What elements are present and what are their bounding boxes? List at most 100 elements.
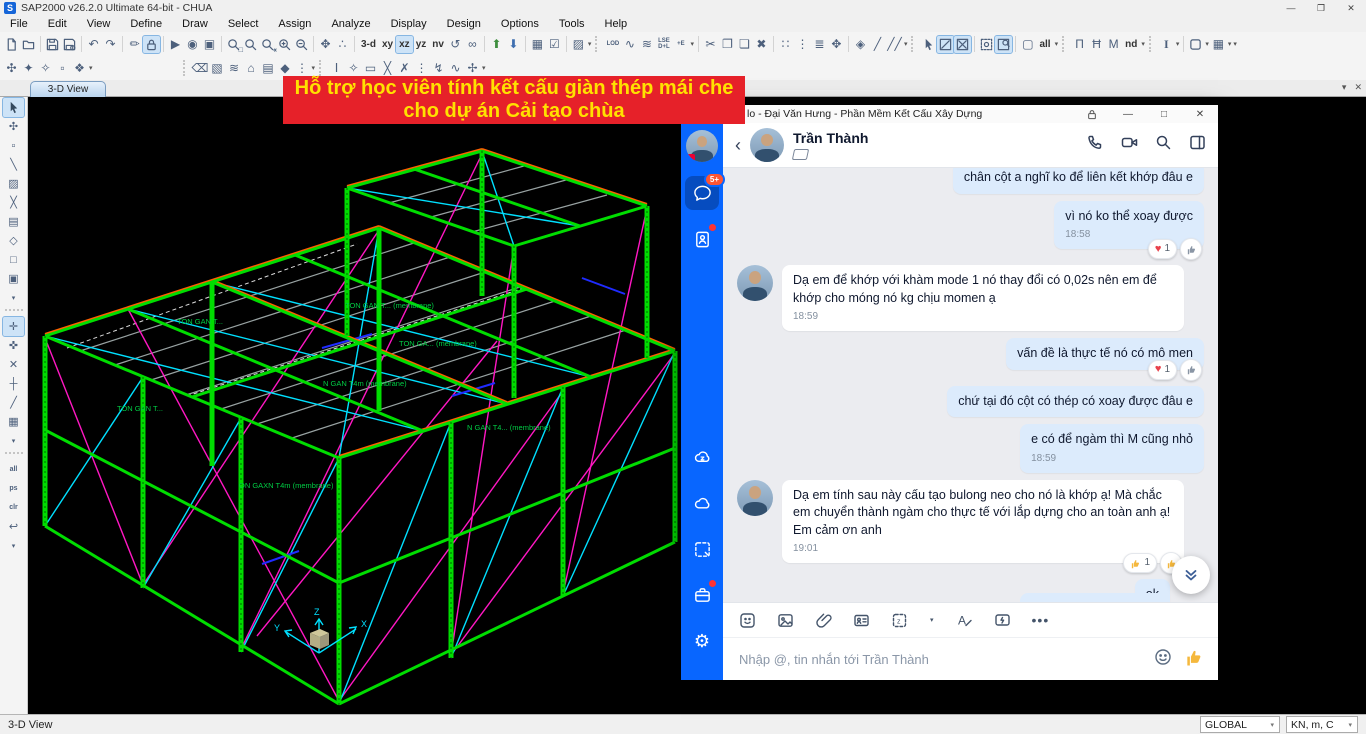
contact-avatar[interactable] <box>737 480 773 516</box>
view-xy-button[interactable]: xy <box>379 36 396 53</box>
message-bubble[interactable]: chân cột a nghĩ ko để liên kết khớp đâu … <box>953 168 1204 194</box>
display-options-icon[interactable]: ☑ <box>546 36 563 53</box>
dropdown-arrow-icon[interactable]: ▾ <box>311 64 317 72</box>
tendon-icon[interactable]: ∿ <box>447 60 464 77</box>
menu-view[interactable]: View <box>77 18 121 30</box>
pan-icon[interactable]: ✥ <box>317 36 334 53</box>
message-bubble[interactable]: vì nó ko thể xoay được 18:58 ♥1 <box>1054 201 1204 250</box>
cut-icon[interactable]: ✂ <box>702 36 719 53</box>
truss-template-icon[interactable]: M <box>1105 36 1122 53</box>
contact-avatar[interactable] <box>750 128 784 162</box>
move-up-list-icon[interactable]: ⬆ <box>488 36 505 53</box>
dropdown-arrow-icon[interactable]: ▾ <box>903 40 909 48</box>
snap-grid-icon[interactable]: ▦ <box>3 412 24 431</box>
menu-options[interactable]: Options <box>491 18 549 30</box>
contact-avatar[interactable] <box>737 265 773 301</box>
message-bubble[interactable]: Dạ em để khớp với khàm mode 1 nó thay đổ… <box>782 265 1184 331</box>
response-spectrum-icon[interactable]: ≋ <box>638 36 655 53</box>
message-bubble[interactable]: Dạ em tính sau này cấu tạo bulong neo ch… <box>782 480 1184 564</box>
joint-restraint-icon[interactable]: Ⅰ <box>328 60 345 77</box>
show-frames-icon[interactable]: ⌂ <box>243 60 260 77</box>
dropdown-arrow-icon[interactable]: ▾ <box>1054 40 1060 48</box>
quick-message-icon[interactable] <box>994 612 1011 629</box>
zoom-out-icon[interactable] <box>293 36 310 53</box>
quick-draw-frame-icon[interactable]: ▨ <box>3 174 24 193</box>
load-combos-icon[interactable]: +E <box>672 36 689 53</box>
save-as-icon[interactable] <box>61 36 78 53</box>
zoom-in-icon[interactable] <box>276 36 293 53</box>
quick-draw-secondary-beams-icon[interactable]: ▤ <box>3 212 24 231</box>
zalo-close-button[interactable]: ✕ <box>1182 105 1218 123</box>
snap-lines-icon[interactable]: ╱ <box>3 393 24 412</box>
show-shells-icon[interactable]: ▤ <box>260 60 277 77</box>
sidebar-zcloud-item[interactable] <box>685 440 719 474</box>
conversation-info-icon[interactable] <box>1189 134 1206 156</box>
dropdown-arrow-icon[interactable]: ▾ <box>88 64 94 72</box>
trim-frames-icon[interactable]: ╱╱ <box>886 36 903 53</box>
search-icon[interactable] <box>1155 134 1172 156</box>
perspective-icon[interactable]: ∞ <box>464 36 481 53</box>
copy-icon[interactable]: ❐ <box>719 36 736 53</box>
snap-perpendicular-icon[interactable]: ┼ <box>3 374 24 393</box>
menu-file[interactable]: File <box>0 18 38 30</box>
zalo-maximize-button[interactable]: □ <box>1146 105 1182 123</box>
tag-icon[interactable] <box>792 149 809 160</box>
contact-name[interactable]: Trần Thành <box>793 131 868 146</box>
message-input[interactable] <box>737 651 1142 668</box>
message-bubble[interactable]: chứ tại đó cột có thép có xoay được đâu … <box>947 386 1204 418</box>
name-card-icon[interactable] <box>853 612 870 629</box>
object-shrink-icon[interactable]: ▨ <box>570 36 587 53</box>
back-chevron-icon[interactable]: ‹ <box>735 135 741 156</box>
nd-button[interactable]: nd <box>1122 36 1140 53</box>
view-3d-button[interactable]: 3-d <box>358 36 379 53</box>
sticker-icon[interactable] <box>739 612 756 629</box>
snap-intersections-icon[interactable]: ✕ <box>3 355 24 374</box>
draw-poly-area-icon[interactable]: ◇ <box>3 231 24 250</box>
menu-design[interactable]: Design <box>437 18 491 30</box>
view-nv-button[interactable]: nv <box>429 36 447 53</box>
open-file-icon[interactable] <box>20 36 37 53</box>
divide-frames-icon[interactable]: ╱ <box>869 36 886 53</box>
show-extrude-icon[interactable]: ◆ <box>277 60 294 77</box>
menu-tools[interactable]: Tools <box>549 18 595 30</box>
tab-3d-view[interactable]: 3-D View <box>30 81 106 97</box>
scroll-to-bottom-button[interactable] <box>1172 556 1210 594</box>
edit-grid-icon[interactable]: ▦ <box>529 36 546 53</box>
menu-assign[interactable]: Assign <box>268 18 321 30</box>
delete-icon[interactable]: ✖ <box>753 36 770 53</box>
zalo-lock-icon[interactable] <box>1074 105 1110 123</box>
quick-draw-area-icon[interactable]: ▣ <box>3 269 24 288</box>
close-button[interactable]: ✕ <box>1336 0 1366 16</box>
view-yz-button[interactable]: yz <box>413 36 430 53</box>
eraser-icon[interactable]: ⌫ <box>192 60 209 77</box>
clear-restraint-icon[interactable]: ╳ <box>379 60 396 77</box>
quick-draw-braces-icon[interactable]: ╳ <box>3 193 24 212</box>
rubber-band-zoom-icon[interactable]: □ <box>225 36 242 53</box>
attachment-icon[interactable] <box>815 612 832 629</box>
menu-analyze[interactable]: Analyze <box>321 18 380 30</box>
load-patterns-icon[interactable]: LOD <box>604 36 621 53</box>
redo-icon[interactable]: ↷ <box>102 36 119 53</box>
interactive-database-icon[interactable]: ∷ <box>777 36 794 53</box>
bridge-template-icon[interactable]: Ħ <box>1088 36 1105 53</box>
menu-edit[interactable]: Edit <box>38 18 77 30</box>
end-offsets-icon[interactable]: ↯ <box>430 60 447 77</box>
voice-call-icon[interactable] <box>1087 134 1104 156</box>
thumb-reaction-pill[interactable]: 1 <box>1123 553 1157 573</box>
like-button[interactable] <box>1180 238 1202 260</box>
coord-system-select[interactable]: GLOBAL▾ <box>1200 716 1280 733</box>
deselect-icon[interactable]: ▢ <box>1019 36 1036 53</box>
snap-midpoints-icon[interactable]: ✜ <box>3 336 24 355</box>
lock-model-icon[interactable] <box>143 36 160 53</box>
sidebar-cloud-item[interactable] <box>685 486 719 520</box>
select-poly-icon[interactable] <box>978 36 995 53</box>
heart-reaction-pill[interactable]: ♥1 <box>1148 360 1177 380</box>
snap-joints-icon[interactable]: ✛ <box>3 317 24 336</box>
capture-dropdown-icon[interactable]: ▾ <box>929 616 935 624</box>
dropdown-arrow-icon[interactable]: ▾ <box>689 40 695 48</box>
show-more-icon[interactable]: ⋮ <box>294 60 311 77</box>
run-options-icon[interactable]: ◉ <box>184 36 201 53</box>
pencil-icon[interactable]: ✏ <box>126 36 143 53</box>
heart-reaction-pill[interactable]: ♥1 <box>1148 239 1177 259</box>
restore-full-view-icon[interactable] <box>242 36 259 53</box>
